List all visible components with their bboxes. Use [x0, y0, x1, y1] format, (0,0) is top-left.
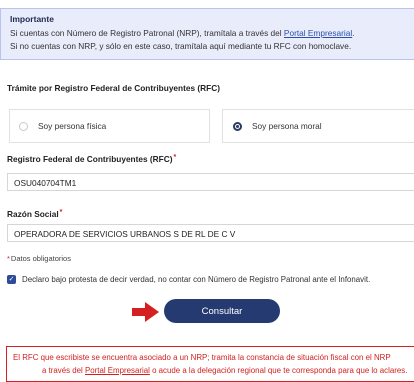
important-info-box: Importante Si cuentas con Número de Regi… — [0, 8, 414, 60]
razon-social-input[interactable]: OPERADORA DE SERVICIOS URBANOS S DE RL D… — [7, 224, 414, 242]
rfc-label-text: Registro Federal de Contribuyentes (RFC) — [7, 154, 173, 164]
razon-social-label-text: Razón Social — [7, 209, 59, 219]
rfc-label: Registro Federal de Contribuyentes (RFC)… — [7, 154, 176, 164]
info-line-2: Si no cuentas con NRP, y sólo en este ca… — [10, 40, 352, 51]
error-line-1: El RFC que escribiste se encuentra asoci… — [13, 353, 391, 362]
consultar-button[interactable]: Consultar — [164, 299, 280, 323]
declaration-checkbox[interactable]: ✓ — [7, 275, 16, 284]
required-hint-text: Datos obligatorios — [10, 254, 71, 263]
razon-social-label: Razón Social* — [7, 209, 62, 219]
arrow-right-icon — [132, 302, 159, 322]
error-line-2-start: a través del — [42, 366, 85, 375]
info-title: Importante — [10, 14, 54, 24]
info-line-1: Si cuentas con Número de Registro Patron… — [10, 27, 414, 40]
error-line-2: a través del Portal Empresarial o acude … — [13, 364, 414, 377]
error-line-2-end: o acude a la delegación regional que te … — [149, 366, 408, 375]
error-portal-empresarial-link[interactable]: Portal Empresarial — [85, 366, 150, 375]
radio-unchecked-icon — [19, 121, 28, 131]
required-mark: * — [59, 209, 63, 216]
required-mark: * — [173, 154, 177, 161]
info-line-1-end: . — [352, 28, 355, 38]
radio-checked-icon — [233, 121, 242, 131]
rfc-input[interactable]: OSU040704TM1 — [7, 173, 414, 191]
declaration-row[interactable]: ✓ Declaro bajo protesta de decir verdad,… — [7, 275, 370, 284]
required-hint: *Datos obligatorios — [7, 254, 71, 263]
error-message-box: El RFC que escribiste se encuentra asoci… — [6, 346, 414, 382]
persona-fisica-label: Soy persona física — [38, 121, 107, 131]
declaration-text: Declaro bajo protesta de decir verdad, n… — [22, 275, 371, 284]
persona-moral-option[interactable]: Soy persona moral — [222, 109, 414, 143]
required-mark: * — [7, 254, 10, 263]
tramite-label: Trámite por Registro Federal de Contribu… — [7, 83, 220, 93]
persona-moral-label: Soy persona moral — [252, 121, 322, 131]
persona-fisica-option[interactable]: Soy persona física — [9, 109, 210, 143]
portal-empresarial-link[interactable]: Portal Empresarial — [284, 28, 352, 38]
info-line-1-text: Si cuentas con Número de Registro Patron… — [10, 28, 284, 38]
